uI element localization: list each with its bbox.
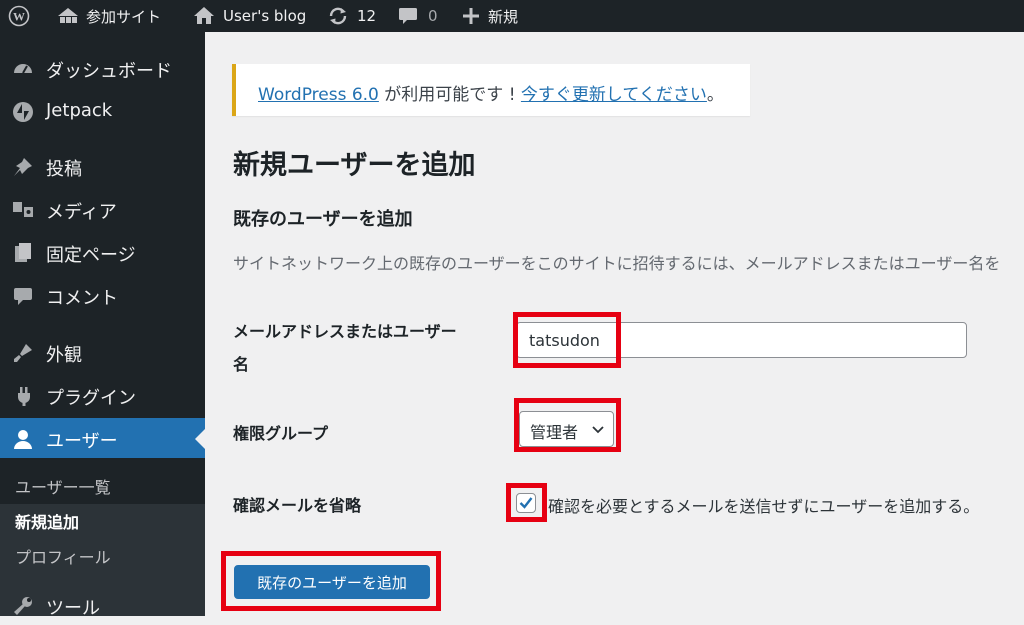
my-sites-icon bbox=[58, 8, 78, 23]
email-label-line2: 名 bbox=[233, 355, 250, 374]
jetpack-icon bbox=[12, 101, 34, 123]
update-now-link[interactable]: 今すぐ更新してください bbox=[521, 85, 707, 105]
submenu-item-all-users[interactable]: ユーザー一覧 bbox=[15, 474, 111, 498]
tools-icon bbox=[12, 595, 34, 617]
sidebar-item-dashboard[interactable]: ダッシュボード bbox=[0, 48, 205, 88]
admin-bar: W 参加サイト User's blog 12 0 新規 bbox=[0, 0, 1024, 32]
sidebar-item-label: ツール bbox=[46, 598, 100, 619]
comments-menu[interactable]: 0 bbox=[398, 0, 438, 32]
sidebar-item-label: Jetpack bbox=[46, 100, 113, 121]
sidebar-item-plugins[interactable]: プラグイン bbox=[0, 375, 205, 415]
skip-confirmation-checkbox[interactable] bbox=[516, 493, 536, 513]
user-icon bbox=[12, 428, 34, 450]
email-or-username-label: メールアドレスまたはユーザー 名 bbox=[233, 318, 457, 375]
submenu-item-add-new[interactable]: 新規追加 bbox=[15, 509, 79, 533]
chevron-down-icon bbox=[592, 426, 604, 434]
plugin-icon bbox=[12, 385, 34, 407]
admin-sidebar: ダッシュボード Jetpack 投稿 メディア 固定ページ コメント 外観 プラ… bbox=[0, 32, 205, 619]
new-content-menu[interactable]: 新規 bbox=[462, 0, 518, 32]
update-notice-text: WordPress 6.0 が利用可能です ! 今すぐ更新してください。 bbox=[258, 80, 724, 105]
sidebar-item-pages[interactable]: 固定ページ bbox=[0, 232, 205, 272]
home-icon bbox=[194, 7, 214, 24]
notice-available-text: が利用可能です ! bbox=[378, 85, 521, 105]
sidebar-item-label: ダッシュボード bbox=[46, 61, 172, 82]
dashboard-icon bbox=[12, 58, 34, 80]
updates-menu[interactable]: 12 bbox=[327, 0, 376, 32]
sidebar-item-label: コメント bbox=[46, 288, 118, 309]
sidebar-item-tools[interactable]: ツール bbox=[0, 585, 205, 625]
update-notice: WordPress 6.0 が利用可能です ! 今すぐ更新してください。 bbox=[232, 64, 750, 116]
sidebar-item-jetpack[interactable]: Jetpack bbox=[0, 91, 205, 131]
sidebar-item-label: 固定ページ bbox=[46, 245, 136, 266]
sidebar-item-users[interactable]: ユーザー bbox=[0, 418, 205, 458]
email-or-username-value: tatsudon bbox=[529, 331, 600, 350]
sidebar-item-label: 外観 bbox=[46, 345, 82, 366]
current-menu-arrow bbox=[195, 429, 205, 449]
appearance-icon bbox=[12, 342, 34, 364]
plus-icon bbox=[463, 8, 479, 24]
wordpress-version-link[interactable]: WordPress 6.0 bbox=[258, 85, 379, 105]
pages-icon bbox=[12, 242, 34, 264]
section-description: サイトネットワーク上の既存のユーザーをこのサイトに招待するには、メールアドレスま… bbox=[233, 254, 1001, 273]
svg-text:W: W bbox=[13, 10, 25, 24]
role-label: 権限グループ bbox=[233, 424, 329, 443]
pin-icon bbox=[12, 156, 34, 178]
updates-count: 12 bbox=[357, 7, 377, 25]
sidebar-item-label: ユーザー bbox=[46, 431, 118, 452]
wordpress-logo-icon[interactable]: W bbox=[8, 0, 30, 32]
network-sites-label: 参加サイト bbox=[86, 7, 162, 26]
comment-icon bbox=[12, 285, 34, 307]
role-select-value: 管理者 bbox=[530, 423, 579, 442]
sidebar-item-appearance[interactable]: 外観 bbox=[0, 332, 205, 372]
skip-confirmation-description[interactable]: 確認を必要とするメールを送信せずにユーザーを追加する。 bbox=[548, 493, 979, 517]
sidebar-item-comments[interactable]: コメント bbox=[0, 275, 205, 315]
updates-icon bbox=[329, 7, 347, 25]
media-icon bbox=[12, 199, 34, 221]
sidebar-item-media[interactable]: メディア bbox=[0, 189, 205, 229]
notice-period: 。 bbox=[706, 85, 724, 105]
sidebar-item-label: プラグイン bbox=[46, 388, 136, 409]
comments-count: 0 bbox=[428, 7, 438, 25]
role-select[interactable]: 管理者 bbox=[519, 411, 614, 447]
network-sites-menu[interactable]: 参加サイト bbox=[56, 0, 161, 32]
sidebar-item-posts[interactable]: 投稿 bbox=[0, 146, 205, 186]
site-name-menu[interactable]: User's blog bbox=[193, 0, 306, 32]
page-title: 新規ユーザーを追加 bbox=[233, 150, 476, 181]
email-or-username-input[interactable]: tatsudon bbox=[516, 322, 967, 358]
add-existing-user-button[interactable]: 既存のユーザーを追加 bbox=[234, 565, 430, 599]
new-content-label: 新規 bbox=[488, 7, 519, 26]
sidebar-item-label: 投稿 bbox=[46, 159, 82, 180]
site-name-label: User's blog bbox=[223, 7, 307, 25]
email-label-line1: メールアドレスまたはユーザー bbox=[233, 322, 457, 341]
section-title: 既存のユーザーを追加 bbox=[233, 209, 413, 230]
skip-confirmation-label: 確認メールを省略 bbox=[233, 496, 362, 515]
checkmark-icon bbox=[519, 497, 533, 509]
submenu-item-profile[interactable]: プロフィール bbox=[15, 544, 111, 568]
comment-bubble-icon bbox=[399, 8, 417, 24]
sidebar-item-label: メディア bbox=[46, 202, 117, 223]
